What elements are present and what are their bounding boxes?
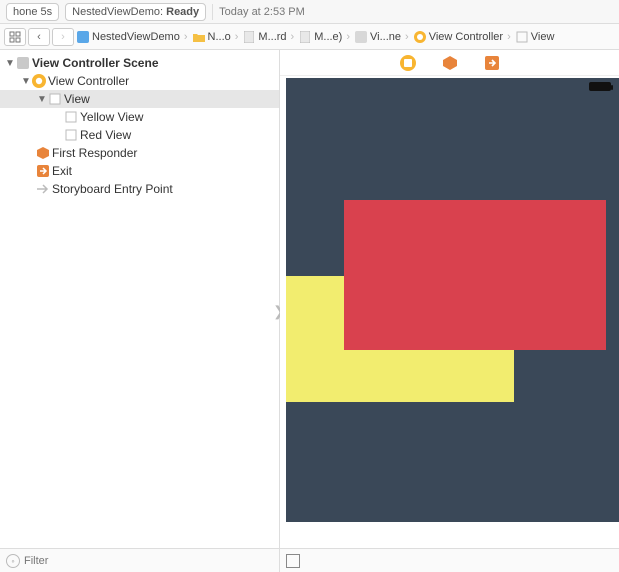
red-view-row[interactable]: Red View (0, 126, 279, 144)
back-button[interactable]: ‹ (28, 28, 50, 46)
exit-label: Exit (52, 164, 72, 178)
crumb-label: View (531, 31, 555, 43)
yellow-view-row[interactable]: Yellow View (0, 108, 279, 126)
project-icon (76, 30, 90, 44)
timestamp: Today at 2:53 PM (219, 6, 305, 18)
outline-tree[interactable]: ▼ View Controller Scene ▼ View Controlle… (0, 50, 279, 548)
cube-icon[interactable] (441, 54, 459, 72)
crumb-label: M...e) (314, 31, 342, 43)
crumb-view[interactable]: View (515, 30, 555, 44)
view-icon (64, 128, 78, 142)
disclosure-triangle[interactable]: ▼ (4, 58, 16, 69)
crumb-project[interactable]: NestedViewDemo › (76, 30, 190, 44)
crumb-label: N...o (208, 31, 231, 43)
view-as-icon[interactable] (286, 554, 300, 568)
crumb-label: View Controller (429, 31, 503, 43)
outline-filter-bar: ◦ (0, 548, 279, 572)
device-view[interactable] (286, 78, 619, 522)
crumb-folder[interactable]: N...o › (192, 30, 241, 44)
jump-bar: ‹ › NestedViewDemo › N...o › M...rd › M.… (0, 24, 619, 50)
red-view[interactable] (344, 200, 606, 350)
battery-icon (589, 82, 611, 91)
separator (212, 4, 213, 20)
scene-icon (16, 56, 30, 70)
vc-label: View Controller (48, 74, 129, 88)
exit-row[interactable]: Exit (0, 162, 279, 180)
crumb-label: Vi...ne (370, 31, 401, 43)
vc-icon (32, 74, 46, 88)
canvas-panel: ❯ (280, 50, 619, 572)
cube-icon (36, 146, 50, 160)
scene-row[interactable]: ▼ View Controller Scene (0, 54, 279, 72)
crumb-scene[interactable]: Vi...ne › (354, 30, 411, 44)
forward-button[interactable]: › (52, 28, 74, 46)
vc-row[interactable]: ▼ View Controller (0, 72, 279, 90)
entry-point-row[interactable]: Storyboard Entry Point (0, 180, 279, 198)
view-label: View (64, 92, 90, 106)
view-row[interactable]: ▼ View (0, 90, 279, 108)
device-chip[interactable]: hone 5s (6, 3, 59, 21)
crumb-label: NestedViewDemo (92, 31, 180, 43)
project-name: NestedViewDemo: (72, 4, 163, 20)
filter-icon[interactable]: ◦ (6, 554, 20, 568)
responder-label: First Responder (52, 146, 137, 160)
folder-icon (192, 30, 206, 44)
file-icon (298, 30, 312, 44)
view-icon (48, 92, 62, 106)
file-icon (242, 30, 256, 44)
crumb-label: M...rd (258, 31, 286, 43)
scene-dock (280, 50, 619, 76)
spacer (52, 112, 64, 123)
crumb-vc[interactable]: View Controller › (413, 30, 513, 44)
yellow-label: Yellow View (80, 110, 143, 124)
exit-icon[interactable] (483, 54, 501, 72)
arrow-icon (36, 182, 50, 196)
build-status-chip: NestedViewDemo: Ready (65, 3, 206, 21)
build-state: Ready (166, 4, 199, 20)
first-responder-row[interactable]: First Responder (0, 144, 279, 162)
scene-label: View Controller Scene (32, 56, 159, 70)
filter-input[interactable] (24, 555, 273, 567)
vc-icon[interactable] (399, 54, 417, 72)
disclosure-triangle[interactable]: ▼ (36, 94, 48, 105)
entry-label: Storyboard Entry Point (52, 182, 173, 196)
interface-builder-canvas[interactable] (280, 76, 619, 548)
document-outline: ▼ View Controller Scene ▼ View Controlle… (0, 50, 280, 572)
vc-icon (413, 30, 427, 44)
exit-icon (36, 164, 50, 178)
view-icon (64, 110, 78, 124)
spacer (52, 130, 64, 141)
crumb-storyboard[interactable]: M...rd › (242, 30, 296, 44)
disclosure-triangle[interactable]: ▼ (20, 76, 32, 87)
scene-icon (354, 30, 368, 44)
view-icon (515, 30, 529, 44)
main-split: ▼ View Controller Scene ▼ View Controlle… (0, 50, 619, 572)
related-items-button[interactable] (4, 28, 26, 46)
canvas-bottom-bar (280, 548, 619, 572)
status-bar: hone 5s NestedViewDemo: Ready Today at 2… (0, 0, 619, 24)
crumb-base[interactable]: M...e) › (298, 30, 352, 44)
red-label: Red View (80, 128, 131, 142)
